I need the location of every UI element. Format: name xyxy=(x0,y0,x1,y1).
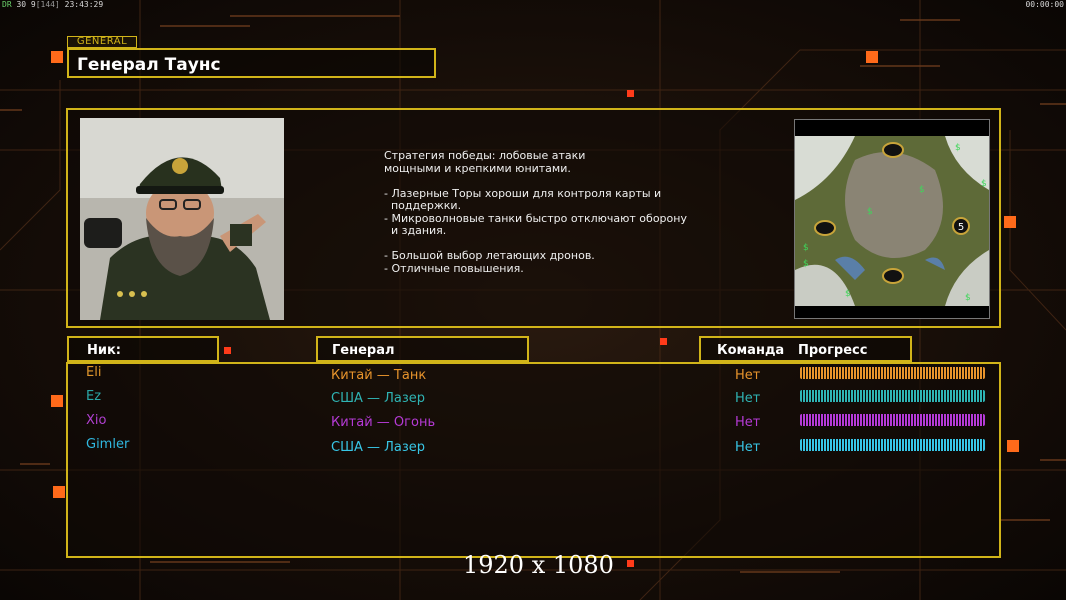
player-progress-bar xyxy=(800,390,985,402)
header-progress: Прогресс xyxy=(798,343,868,358)
general-tag: GENERAL xyxy=(67,36,137,48)
player-nick: Eli xyxy=(86,365,102,380)
header-general: Генерал xyxy=(332,343,395,358)
decor-square-small xyxy=(627,90,634,97)
svg-text:$: $ xyxy=(919,185,925,195)
header-team: Команда xyxy=(717,343,785,358)
player-team[interactable]: Нет xyxy=(735,415,760,430)
player-nick: Ez xyxy=(86,389,102,404)
general-title-box: Генерал Таунс xyxy=(67,48,436,78)
decor-square-small xyxy=(660,338,667,345)
player-general[interactable]: США — Лазер xyxy=(331,440,425,455)
player-progress-bar xyxy=(800,367,985,379)
decor-square xyxy=(1004,216,1016,228)
svg-text:$: $ xyxy=(845,289,851,299)
decor-square xyxy=(1007,440,1019,452)
header-team-progress-box: Команда Прогресс xyxy=(699,336,912,362)
game-timer: 00:00:00 xyxy=(1025,0,1064,9)
svg-text:$: $ xyxy=(965,293,971,303)
svg-text:$: $ xyxy=(803,243,809,253)
svg-text:$: $ xyxy=(981,179,987,189)
decor-square-small xyxy=(627,560,634,567)
header-nick-box: Ник: xyxy=(67,336,219,362)
player-general[interactable]: Китай — Танк xyxy=(331,368,426,383)
player-nick: Xio xyxy=(86,413,107,428)
map-badge: 5 xyxy=(958,222,964,233)
player-nick: Gimler xyxy=(86,437,130,452)
general-description: Стратегия победы: лобовые атаки мощными … xyxy=(384,149,687,275)
decor-square xyxy=(51,51,63,63)
player-progress-bar xyxy=(800,414,985,426)
decor-square xyxy=(51,395,63,407)
svg-text:$: $ xyxy=(803,259,809,269)
player-general[interactable]: Китай — Огонь xyxy=(331,415,435,430)
player-team[interactable]: Нет xyxy=(735,440,760,455)
decor-square xyxy=(866,51,878,63)
header-general-box: Генерал xyxy=(316,336,529,362)
general-name: Генерал Таунс xyxy=(77,55,221,75)
svg-text:$: $ xyxy=(867,207,873,217)
decor-square-small xyxy=(224,347,231,354)
player-team[interactable]: Нет xyxy=(735,368,760,383)
fps-counter: DR 30 9[144] 23:43:29 xyxy=(2,0,104,9)
general-portrait xyxy=(80,118,284,320)
player-progress-bar xyxy=(800,439,985,451)
map-preview: 5 $ $ $ $ $ $ $ $ xyxy=(794,119,990,319)
resolution-label: 1920 x 1080 xyxy=(463,551,614,579)
decor-square xyxy=(53,486,65,498)
player-general[interactable]: США — Лазер xyxy=(331,391,425,406)
svg-text:$: $ xyxy=(955,143,961,153)
header-nick: Ник: xyxy=(87,343,122,358)
player-team[interactable]: Нет xyxy=(735,391,760,406)
